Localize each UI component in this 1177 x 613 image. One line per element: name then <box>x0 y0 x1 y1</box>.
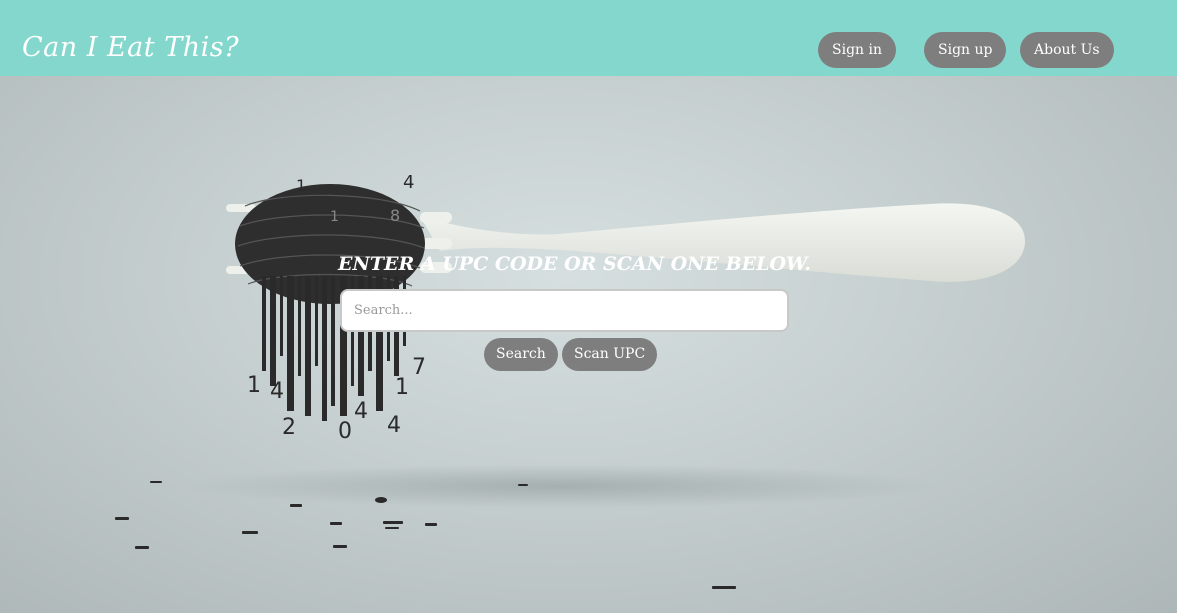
svg-text:4: 4 <box>270 379 284 404</box>
search-heading: Enter a UPC code or scan one below. <box>338 253 812 275</box>
svg-text:1: 1 <box>296 176 306 195</box>
svg-text:7: 7 <box>412 355 426 380</box>
fork-tine <box>420 212 452 223</box>
sign-up-button[interactable]: Sign up <box>924 32 1007 68</box>
svg-text:0: 0 <box>338 419 352 444</box>
svg-text:4: 4 <box>387 413 401 438</box>
floor-shadow <box>180 464 940 508</box>
search-button[interactable]: Search <box>484 338 558 371</box>
svg-text:1: 1 <box>247 373 261 398</box>
about-us-button[interactable]: About Us <box>1020 32 1114 68</box>
svg-text:8: 8 <box>390 206 400 225</box>
brand-logo[interactable]: Can I Eat This? <box>22 32 239 63</box>
svg-text:4: 4 <box>403 172 414 193</box>
svg-text:1: 1 <box>330 209 339 225</box>
top-nav-bar: Can I Eat This? Sign in Sign up About Us <box>0 0 1177 76</box>
upc-search-input[interactable] <box>340 289 789 332</box>
page: 1 4 1 8 1 4 2 0 4 4 1 7 Can I Eat This? … <box>0 0 1177 613</box>
sign-in-button[interactable]: Sign in <box>818 32 896 68</box>
scan-upc-button[interactable]: Scan UPC <box>562 338 658 371</box>
svg-text:2: 2 <box>282 415 296 440</box>
svg-text:4: 4 <box>354 399 368 424</box>
svg-text:1: 1 <box>395 375 409 400</box>
